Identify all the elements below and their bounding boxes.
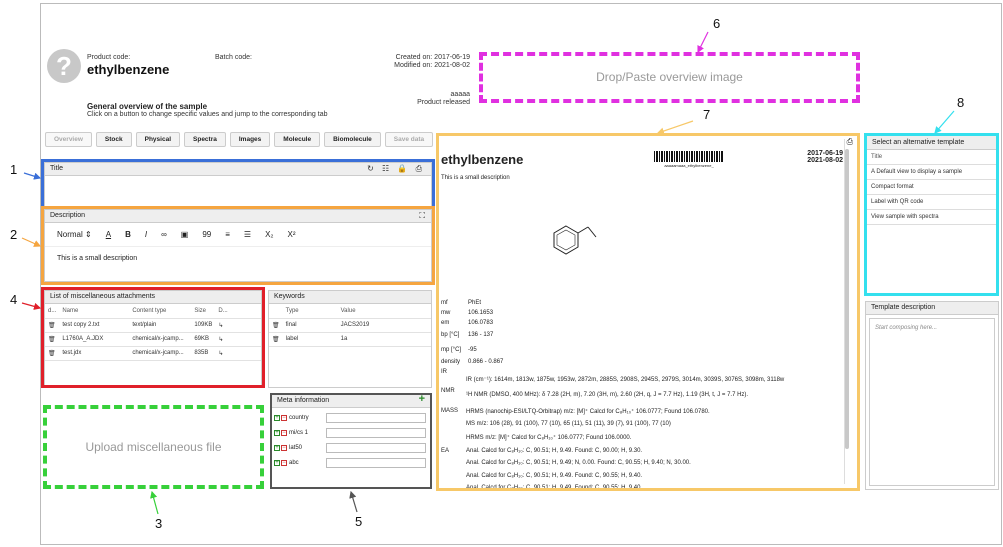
callout-5: 5 — [355, 514, 363, 529]
callout-2: 2 — [10, 227, 18, 242]
callout-3: 3 — [155, 516, 163, 531]
callout-7: 7 — [703, 107, 711, 122]
callout-6: 6 — [713, 16, 721, 31]
callout-8: 8 — [957, 95, 965, 110]
callout-1: 1 — [10, 162, 18, 177]
callout-4: 4 — [10, 292, 18, 307]
callout-arrows — [21, 31, 955, 515]
